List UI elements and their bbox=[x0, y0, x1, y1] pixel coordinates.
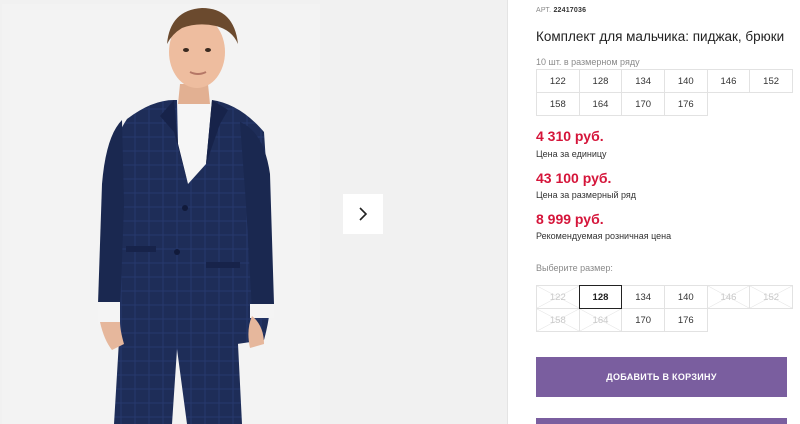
add-to-cart-button[interactable]: ДОБАВИТЬ В КОРЗИНУ bbox=[536, 357, 787, 397]
size-option: 122 bbox=[536, 285, 580, 309]
range-size-cell: 176 bbox=[663, 92, 708, 116]
retail-price-note: Рекомендуемая розничная цена bbox=[536, 231, 672, 241]
size-option: 152 bbox=[749, 285, 793, 309]
size-option: 158 bbox=[536, 308, 580, 332]
range-size-cell: 146 bbox=[706, 69, 751, 93]
range-price-note: Цена за размерный ряд bbox=[536, 190, 637, 200]
size-option[interactable]: 134 bbox=[621, 285, 665, 309]
size-range-grid: 122 128 134 140 146 152 158 164 170 176 bbox=[536, 69, 793, 116]
sku: АРТ. 22417036 bbox=[536, 7, 586, 14]
size-option: 164 bbox=[578, 308, 623, 332]
product-title: Комплект для мальчика: пиджак, брюки bbox=[536, 29, 785, 44]
product-gallery bbox=[0, 0, 508, 424]
size-option[interactable]: 176 bbox=[663, 308, 708, 332]
range-size-cell: 158 bbox=[536, 92, 580, 116]
unit-price-note: Цена за единицу bbox=[536, 149, 607, 159]
range-size-cell: 164 bbox=[578, 92, 623, 116]
range-size-cell: 128 bbox=[578, 69, 623, 93]
size-range-label: 10 шт. в размерном ряду bbox=[536, 57, 640, 67]
sku-label: АРТ. bbox=[536, 7, 552, 14]
size-option[interactable]: 170 bbox=[621, 308, 665, 332]
range-size-cell: 152 bbox=[749, 69, 793, 93]
retail-price: 8 999 руб. bbox=[536, 211, 604, 227]
choose-size-label: Выберите размер: bbox=[536, 263, 613, 273]
range-size-cell: 134 bbox=[621, 69, 665, 93]
range-size-cell: 122 bbox=[536, 69, 580, 93]
size-option[interactable]: 140 bbox=[663, 285, 708, 309]
sku-value: 22417036 bbox=[553, 7, 587, 14]
secondary-button[interactable] bbox=[536, 418, 787, 424]
boy-in-suit-image bbox=[98, 8, 274, 424]
next-image-button[interactable] bbox=[343, 194, 383, 234]
size-selector: 122 128 134 140 146 152 158 164 170 176 bbox=[536, 285, 793, 332]
chevron-right-icon bbox=[359, 207, 368, 221]
unit-price: 4 310 руб. bbox=[536, 128, 604, 144]
size-option: 146 bbox=[706, 285, 751, 309]
size-option-selected[interactable]: 128 bbox=[578, 285, 623, 309]
range-size-cell: 170 bbox=[621, 92, 665, 116]
range-price: 43 100 руб. bbox=[536, 170, 612, 186]
range-size-cell: 140 bbox=[663, 69, 708, 93]
product-photo[interactable] bbox=[2, 4, 320, 424]
